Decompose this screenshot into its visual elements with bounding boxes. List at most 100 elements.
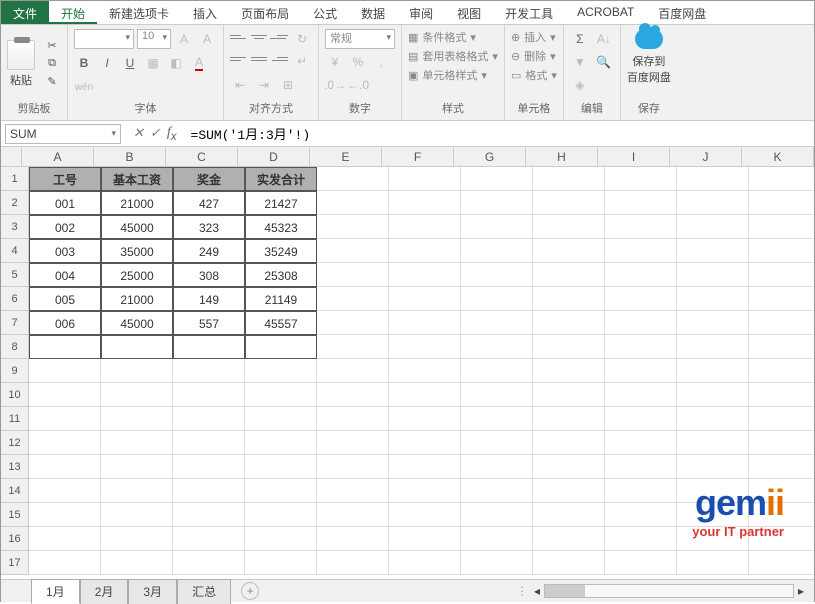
phonetic-icon[interactable]: wén xyxy=(74,77,94,97)
cell[interactable] xyxy=(605,527,677,551)
cell[interactable] xyxy=(749,551,814,575)
menu-dev[interactable]: 开发工具 xyxy=(493,1,565,24)
cell[interactable] xyxy=(101,335,173,359)
cell[interactable] xyxy=(533,503,605,527)
cell[interactable] xyxy=(389,239,461,263)
cell[interactable]: 21000 xyxy=(101,287,173,311)
column-header[interactable]: E xyxy=(310,147,382,166)
cell[interactable] xyxy=(533,383,605,407)
menu-insert[interactable]: 插入 xyxy=(181,1,229,24)
cell[interactable] xyxy=(245,383,317,407)
cell[interactable] xyxy=(317,335,389,359)
cell[interactable] xyxy=(461,383,533,407)
cell[interactable] xyxy=(677,215,749,239)
increase-decimal-icon[interactable]: .0→ xyxy=(325,75,345,95)
cell[interactable]: 25000 xyxy=(101,263,173,287)
cell[interactable] xyxy=(29,527,101,551)
border-icon[interactable]: ▦ xyxy=(143,53,163,73)
row-header[interactable]: 13 xyxy=(1,455,29,479)
cell[interactable] xyxy=(461,431,533,455)
cell[interactable]: 45000 xyxy=(101,311,173,335)
cell[interactable] xyxy=(389,335,461,359)
cell[interactable] xyxy=(533,239,605,263)
cell[interactable] xyxy=(461,407,533,431)
row-header[interactable]: 7 xyxy=(1,311,29,335)
cell[interactable] xyxy=(677,383,749,407)
cell[interactable]: 基本工资 xyxy=(101,167,173,191)
column-header[interactable]: A xyxy=(22,147,94,166)
cell[interactable] xyxy=(317,191,389,215)
cell[interactable] xyxy=(461,239,533,263)
menu-formulas[interactable]: 公式 xyxy=(301,1,349,24)
indent-increase-icon[interactable]: ⇥ xyxy=(254,75,274,95)
decrease-font-icon[interactable]: A xyxy=(197,29,217,49)
underline-icon[interactable]: U xyxy=(120,53,140,73)
autosum-icon[interactable]: Σ xyxy=(570,29,590,49)
menu-newtab[interactable]: 新建选项卡 xyxy=(97,1,181,24)
menu-home[interactable]: 开始 xyxy=(49,1,97,24)
cell[interactable] xyxy=(605,383,677,407)
cell[interactable]: 35249 xyxy=(245,239,317,263)
cell[interactable]: 实发合计 xyxy=(245,167,317,191)
align-buttons[interactable] xyxy=(230,29,288,71)
comma-icon[interactable]: , xyxy=(371,52,391,72)
cell[interactable] xyxy=(389,479,461,503)
menu-review[interactable]: 审阅 xyxy=(397,1,445,24)
column-header[interactable]: B xyxy=(94,147,166,166)
column-header[interactable]: K xyxy=(742,147,814,166)
cell[interactable] xyxy=(317,527,389,551)
row-header[interactable]: 17 xyxy=(1,551,29,575)
cell[interactable] xyxy=(173,383,245,407)
cell[interactable] xyxy=(389,215,461,239)
menu-baidu[interactable]: 百度网盘 xyxy=(646,1,718,24)
cell[interactable]: 25308 xyxy=(245,263,317,287)
cell[interactable] xyxy=(173,335,245,359)
cell[interactable] xyxy=(461,311,533,335)
cell[interactable] xyxy=(173,359,245,383)
cell[interactable] xyxy=(245,527,317,551)
cell-styles-button[interactable]: ▣单元格样式▾ xyxy=(408,67,498,83)
font-color-icon[interactable]: A xyxy=(189,53,209,73)
cell[interactable] xyxy=(605,479,677,503)
cell[interactable]: 427 xyxy=(173,191,245,215)
cell[interactable] xyxy=(461,359,533,383)
cell[interactable] xyxy=(317,239,389,263)
decrease-decimal-icon[interactable]: ←.0 xyxy=(348,75,368,95)
cell[interactable] xyxy=(245,335,317,359)
cell[interactable] xyxy=(389,383,461,407)
cell[interactable] xyxy=(29,407,101,431)
cell[interactable] xyxy=(101,407,173,431)
cell[interactable]: 006 xyxy=(29,311,101,335)
cell[interactable]: 45000 xyxy=(101,215,173,239)
format-painter-icon[interactable]: ✎ xyxy=(43,74,61,90)
orientation-icon[interactable]: ↻ xyxy=(292,29,312,49)
cell[interactable] xyxy=(461,527,533,551)
cell[interactable] xyxy=(605,311,677,335)
cell[interactable] xyxy=(677,431,749,455)
cell[interactable] xyxy=(389,311,461,335)
cell[interactable] xyxy=(677,311,749,335)
italic-icon[interactable]: I xyxy=(97,53,117,73)
cell[interactable] xyxy=(389,503,461,527)
cell[interactable] xyxy=(29,383,101,407)
cell[interactable] xyxy=(749,215,814,239)
cell[interactable] xyxy=(461,335,533,359)
cell[interactable] xyxy=(749,383,814,407)
row-header[interactable]: 6 xyxy=(1,287,29,311)
cell[interactable] xyxy=(461,287,533,311)
cell[interactable] xyxy=(245,359,317,383)
cell[interactable] xyxy=(101,503,173,527)
cell[interactable] xyxy=(749,311,814,335)
cell[interactable] xyxy=(389,287,461,311)
cell[interactable] xyxy=(173,551,245,575)
cell[interactable] xyxy=(461,455,533,479)
cell[interactable] xyxy=(605,263,677,287)
clear-icon[interactable]: ◈ xyxy=(570,75,590,95)
cell[interactable]: 002 xyxy=(29,215,101,239)
cell[interactable] xyxy=(749,191,814,215)
cell[interactable]: 工号 xyxy=(29,167,101,191)
cell[interactable] xyxy=(461,551,533,575)
font-name-combo[interactable] xyxy=(74,29,134,49)
cell[interactable] xyxy=(317,551,389,575)
cell[interactable]: 21000 xyxy=(101,191,173,215)
